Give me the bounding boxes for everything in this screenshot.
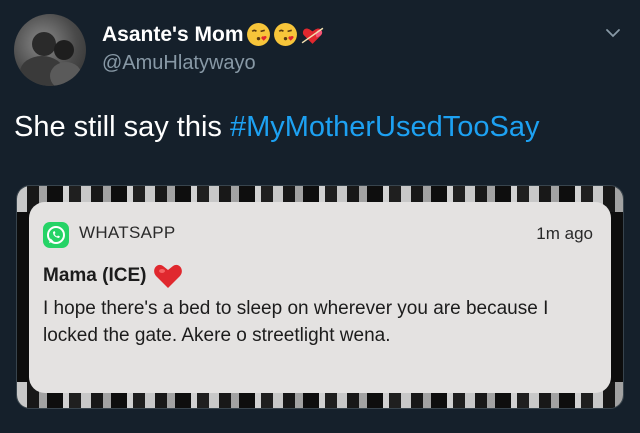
two-hearts-icon: [300, 22, 325, 47]
notification-sender: Mama (ICE): [43, 263, 183, 289]
author-name[interactable]: Asante's Mom: [102, 22, 325, 47]
author-handle[interactable]: @AmuHlatywayo: [102, 52, 256, 75]
tweet-body: She still say this: [14, 111, 230, 143]
whatsapp-notification: WHATSAPP 1m ago Mama (ICE) I hope there'…: [29, 202, 611, 393]
notification-time: 1m ago: [536, 224, 593, 243]
author-name-text: Asante's Mom: [102, 22, 244, 46]
author-avatar[interactable]: [14, 14, 86, 86]
tweet-image[interactable]: WHATSAPP 1m ago Mama (ICE) I hope there'…: [16, 185, 624, 409]
face-blowing-kiss-icon: [273, 22, 298, 47]
notification-message: I hope there's a bed to sleep on whereve…: [43, 298, 549, 346]
tweet-text: She still say this #MyMotherUsedTooSay: [14, 111, 539, 144]
red-heart-icon: [154, 264, 183, 288]
chevron-down-icon[interactable]: [604, 24, 622, 42]
hashtag-link[interactable]: #MyMotherUsedTooSay: [230, 111, 539, 143]
whatsapp-icon: [43, 222, 69, 248]
face-blowing-kiss-icon: [246, 22, 271, 47]
sender-name: Mama (ICE): [43, 265, 147, 286]
notification-app-name: WHATSAPP: [79, 223, 176, 242]
